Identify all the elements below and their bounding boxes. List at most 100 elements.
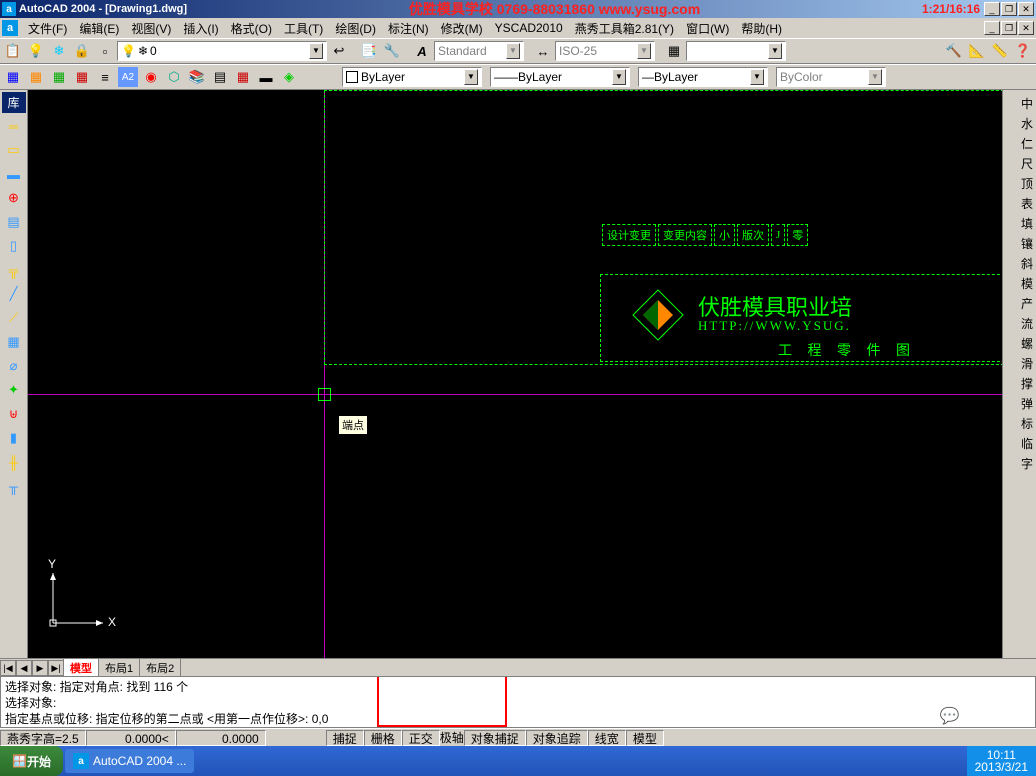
table-icon[interactable]: ▤ xyxy=(209,66,231,88)
vertical-scrollbar[interactable] xyxy=(1002,90,1018,658)
status-snap[interactable]: 捕捉 xyxy=(326,730,364,746)
menu-format[interactable]: 格式(O) xyxy=(225,18,278,39)
tab-layout1[interactable]: 布局1 xyxy=(98,658,140,678)
start-button[interactable]: 🪟 开始 xyxy=(0,746,63,776)
redgrid-icon[interactable]: ▦ xyxy=(232,66,254,88)
rtool-14[interactable]: 撑 xyxy=(1021,374,1033,394)
tool-trim-icon[interactable]: ╫ xyxy=(3,451,25,473)
tab-last-button[interactable]: ▶| xyxy=(48,660,64,676)
dimstyle-icon[interactable]: ↔ xyxy=(532,40,554,62)
linetype-combo[interactable]: —— ByLayer▼ xyxy=(490,67,630,87)
plotstyle-combo[interactable]: ByColor▼ xyxy=(776,67,886,87)
tool-yellow-icon[interactable]: ▭ xyxy=(3,139,25,161)
tool1-icon[interactable]: 🔨 xyxy=(943,40,965,62)
tab-model[interactable]: 模型 xyxy=(63,658,99,678)
tool-blue-icon[interactable]: ▬ xyxy=(3,163,25,185)
a2-icon[interactable]: A2 xyxy=(117,66,139,88)
list-icon[interactable]: ≡ xyxy=(94,66,116,88)
tool-phi-icon[interactable]: ⌀ xyxy=(3,355,25,377)
layer-tool-icon[interactable]: 🔧 xyxy=(381,40,403,62)
tool-circle-icon[interactable]: ⊕ xyxy=(3,187,25,209)
status-osnap[interactable]: 对象捕捉 xyxy=(464,730,526,746)
tab-prev-button[interactable]: ◀ xyxy=(16,660,32,676)
layer-lock-icon[interactable]: 🔒 xyxy=(71,40,93,62)
layers-icon[interactable]: 📚 xyxy=(186,66,208,88)
tool-line-icon[interactable]: ═ xyxy=(3,115,25,137)
grid4-icon[interactable]: ▦ xyxy=(71,66,93,88)
tablestyle-icon[interactable]: ▦ xyxy=(663,40,685,62)
menu-insert[interactable]: 插入(I) xyxy=(177,18,224,39)
rtool-10[interactable]: 产 xyxy=(1021,294,1033,314)
rtool-2[interactable]: 仁 xyxy=(1021,134,1033,154)
rtool-0[interactable]: 中 xyxy=(1021,94,1033,114)
layer-misc-icon[interactable]: ▫ xyxy=(94,40,116,62)
rtool-15[interactable]: 弹 xyxy=(1021,394,1033,414)
grid1-icon[interactable]: ▦ xyxy=(2,66,24,88)
rtool-11[interactable]: 流 xyxy=(1021,314,1033,334)
tool-green-icon[interactable]: ✦ xyxy=(3,379,25,401)
rtool-7[interactable]: 镶 xyxy=(1021,234,1033,254)
tool-section-icon[interactable]: ▯ xyxy=(3,235,25,257)
mdi-minimize-button[interactable]: _ xyxy=(984,21,1000,35)
mdi-restore-button[interactable]: ❐ xyxy=(1001,21,1017,35)
layer-manager-icon[interactable]: 📋 xyxy=(2,40,24,62)
menu-window[interactable]: 窗口(W) xyxy=(680,18,735,39)
tool4-icon[interactable]: ❓ xyxy=(1012,40,1034,62)
menu-edit[interactable]: 编辑(E) xyxy=(73,18,125,39)
menu-view[interactable]: 视图(V) xyxy=(125,18,177,39)
layerstate-icon[interactable]: 📑 xyxy=(358,40,380,62)
tool-hatch-icon[interactable]: ▤ xyxy=(3,211,25,233)
tool2-icon[interactable]: 📐 xyxy=(966,40,988,62)
cmd-current[interactable]: 指定基点或位移: 指定位移的第二点或 <用第一点作位移>: 0,0 xyxy=(5,711,1031,727)
tab-layout2[interactable]: 布局2 xyxy=(139,658,181,678)
tool3-icon[interactable]: 📏 xyxy=(989,40,1011,62)
rtool-4[interactable]: 顶 xyxy=(1021,174,1033,194)
grid2-icon[interactable]: ▦ xyxy=(25,66,47,88)
menu-draw[interactable]: 绘图(D) xyxy=(329,18,382,39)
cube-icon[interactable]: ⬡ xyxy=(163,66,185,88)
menu-help[interactable]: 帮助(H) xyxy=(735,18,788,39)
lineweight-combo[interactable]: — ByLayer▼ xyxy=(638,67,768,87)
status-otrack[interactable]: 对象追踪 xyxy=(526,730,588,746)
taskbar-app-button[interactable]: aAutoCAD 2004 ... xyxy=(65,749,194,773)
tablestyle-combo[interactable]: ▼ xyxy=(686,41,786,61)
system-tray[interactable]: 10:11 2013/3/21 xyxy=(967,746,1036,776)
maximize-button[interactable]: ❐ xyxy=(1001,2,1017,16)
rtool-18[interactable]: 字 xyxy=(1021,454,1033,474)
rtool-8[interactable]: 斜 xyxy=(1021,254,1033,274)
tool-diag-icon[interactable]: ⟋ xyxy=(3,307,25,329)
tool-bar-icon[interactable]: ▮ xyxy=(3,427,25,449)
layer-freeze-icon[interactable]: ❄ xyxy=(48,40,70,62)
status-lwt[interactable]: 线宽 xyxy=(588,730,626,746)
mdi-icon[interactable]: a xyxy=(2,20,18,36)
textstyle-combo[interactable]: Standard▼ xyxy=(434,41,524,61)
status-model[interactable]: 模型 xyxy=(626,730,664,746)
status-ortho[interactable]: 正交 xyxy=(402,730,440,746)
menu-yanxiu[interactable]: 燕秀工具箱2.81(Y) xyxy=(569,18,680,39)
layer-combo[interactable]: 💡❄0▼ xyxy=(117,41,327,61)
tab-next-button[interactable]: ▶ xyxy=(32,660,48,676)
rtool-17[interactable]: 临 xyxy=(1021,434,1033,454)
lines-icon[interactable]: ▬ xyxy=(255,66,277,88)
mdi-close-button[interactable]: ✕ xyxy=(1018,21,1034,35)
menu-file[interactable]: 文件(F) xyxy=(22,18,73,39)
rtool-12[interactable]: 螺 xyxy=(1021,334,1033,354)
redcircle-icon[interactable]: ◉ xyxy=(140,66,162,88)
command-window[interactable]: 选择对象: 指定对角点: 找到 116 个 选择对象: 指定基点或位移: 指定位… xyxy=(0,676,1036,728)
rtool-3[interactable]: 尺 xyxy=(1021,154,1033,174)
status-grid[interactable]: 栅格 xyxy=(364,730,402,746)
color-combo[interactable]: ByLayer▼ xyxy=(342,67,482,87)
drawing-canvas[interactable]: 端点 设计变更变更内容小版次J零 伏胜模具职业培 HTTP://WWW.YSUG… xyxy=(28,90,1002,658)
close-button[interactable]: ✕ xyxy=(1018,2,1034,16)
rtool-13[interactable]: 滑 xyxy=(1021,354,1033,374)
layer-on-icon[interactable]: 💡 xyxy=(25,40,47,62)
rtool-6[interactable]: 填 xyxy=(1021,214,1033,234)
tool-union-icon[interactable]: ⊎ xyxy=(3,403,25,425)
rtool-9[interactable]: 模 xyxy=(1021,274,1033,294)
tab-first-button[interactable]: |◀ xyxy=(0,660,16,676)
dimstyle-combo[interactable]: ISO-25▼ xyxy=(555,41,655,61)
menu-dimension[interactable]: 标注(N) xyxy=(382,18,435,39)
tool-tshape-icon[interactable]: ╦ xyxy=(3,259,25,281)
rtool-5[interactable]: 表 xyxy=(1021,194,1033,214)
menu-yscad[interactable]: YSCAD2010 xyxy=(489,19,569,37)
